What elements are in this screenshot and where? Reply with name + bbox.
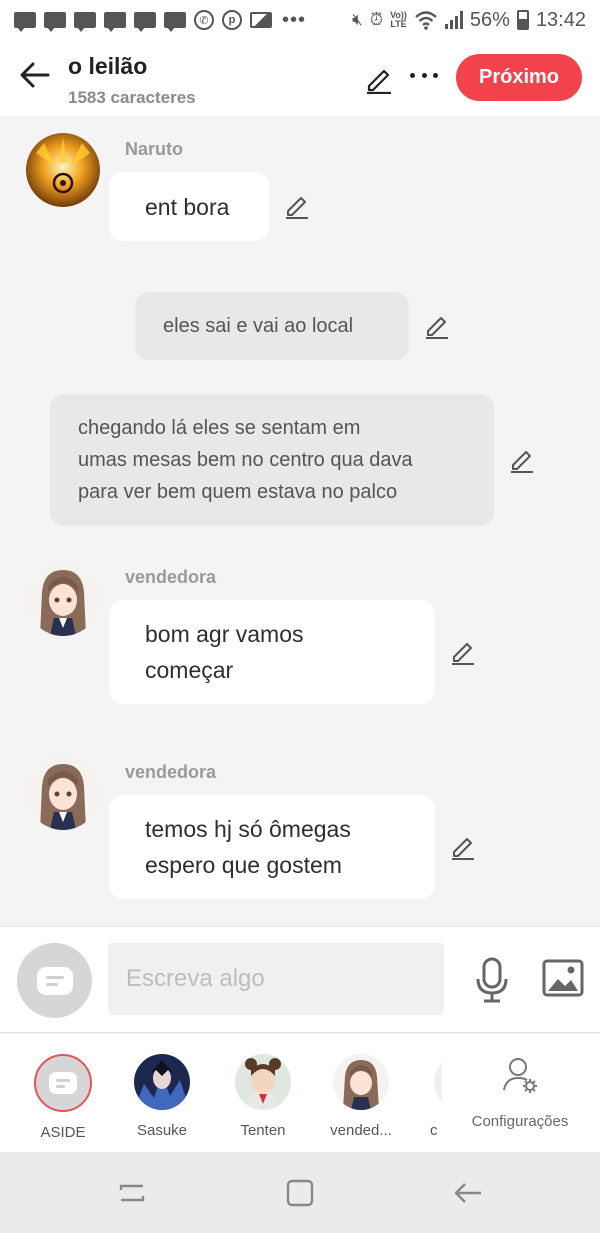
narration-text: eles sai e vai ao local: [163, 315, 354, 337]
message-text: ent bora: [145, 193, 230, 220]
home-icon[interactable]: [283, 1176, 317, 1210]
recent-apps-icon[interactable]: [115, 1176, 149, 1210]
notification-icons: ✆ p •••: [14, 9, 306, 32]
narration-line: para ver bem quem estava no palco: [78, 481, 398, 503]
mute-icon: 🔇︎: [352, 10, 363, 29]
message-bubble[interactable]: bom agr vamos começar: [109, 600, 435, 704]
narration-line: chegando lá eles se sentam em: [78, 417, 361, 439]
narration-bubble[interactable]: chegando lá eles se sentam em umas mesas…: [50, 394, 494, 526]
character-name: Sasuke: [136, 1122, 188, 1139]
message-bubble[interactable]: ent bora: [109, 172, 269, 241]
narration-bubble[interactable]: eles sai e vai ao local: [135, 292, 409, 360]
sender-name: vendedora: [125, 567, 217, 587]
message-line: bom agr vamos: [145, 621, 304, 647]
avatar-vendedora[interactable]: [26, 562, 100, 636]
more-options-icon[interactable]: [410, 60, 438, 90]
tenten-avatar-image: [235, 1054, 291, 1110]
vendedora-avatar-image: [26, 562, 100, 636]
message-input[interactable]: Escreva algo: [108, 943, 444, 1015]
wifi-icon: [415, 11, 437, 30]
image-icon[interactable]: [542, 959, 584, 997]
story-header: o leilão 1583 caracteres Próximo: [0, 40, 600, 116]
character-count: 1583 caracteres: [68, 88, 196, 107]
status-bar: ✆ p ••• 🔇︎ ⏰︎ Vo)) LTE 56% 13:42: [0, 0, 600, 40]
gallery-notification-icon: [250, 12, 272, 28]
naruto-avatar-image: [26, 133, 100, 207]
battery-percent: 56%: [469, 8, 510, 31]
character-selector: ASIDE Sasuke Tenten vended... c Configur…: [0, 1034, 600, 1152]
aside-icon: [49, 1072, 77, 1094]
aside-icon: [36, 966, 73, 995]
chat-notification-icon: [104, 12, 126, 32]
character-name: ASIDE: [40, 1124, 86, 1141]
character-sasuke[interactable]: Sasuke: [122, 1054, 202, 1139]
signal-icon: [444, 11, 463, 29]
character-partial[interactable]: c: [420, 1054, 442, 1139]
microphone-icon[interactable]: [474, 957, 510, 1003]
character-name: vended...: [330, 1122, 392, 1139]
message-line: começar: [145, 657, 234, 683]
vendedora-avatar: [333, 1054, 389, 1110]
volte-indicator: Vo)) LTE: [390, 11, 407, 29]
settings-label: Configurações: [471, 1113, 569, 1130]
more-notifications-icon: •••: [282, 8, 307, 31]
avatar-naruto[interactable]: [26, 133, 100, 207]
system-navigation-bar: [0, 1152, 600, 1233]
whatsapp-icon: ✆: [194, 10, 214, 30]
edit-message-icon[interactable]: [450, 834, 476, 860]
user-settings-icon: [503, 1058, 537, 1093]
vendedora-avatar-image: [26, 756, 100, 830]
character-name: Tenten: [240, 1122, 286, 1139]
partial-avatar: [434, 1054, 442, 1110]
edit-message-icon[interactable]: [450, 639, 476, 665]
character-tenten[interactable]: Tenten: [223, 1054, 303, 1139]
alarm-icon: ⏰︎: [369, 10, 384, 29]
edit-message-icon[interactable]: [284, 193, 310, 219]
sender-name: Naruto: [125, 139, 183, 159]
aside-toggle-button[interactable]: [17, 943, 92, 1018]
edit-message-icon[interactable]: [509, 447, 535, 473]
next-button[interactable]: Próximo: [456, 54, 582, 101]
chat-notification-icon: [44, 12, 66, 32]
settings-button[interactable]: Configurações: [460, 1056, 580, 1130]
network-type: LTE: [390, 19, 407, 29]
avatar-vendedora[interactable]: [26, 756, 100, 830]
sasuke-avatar-image: [134, 1054, 190, 1110]
clock: 13:42: [535, 8, 586, 31]
message-line: temos hj só ômegas: [145, 816, 351, 842]
chat-notification-icon: [134, 12, 156, 32]
tenten-avatar: [235, 1054, 291, 1110]
story-title: o leilão: [68, 53, 148, 79]
chat-notification-icon: [164, 12, 186, 32]
message-bubble[interactable]: temos hj só ômegas espero que gostem: [109, 795, 435, 899]
character-vendedora[interactable]: vended...: [321, 1054, 401, 1139]
vendedora-avatar-image: [333, 1054, 389, 1110]
pinterest-icon: p: [222, 10, 242, 30]
back-arrow-icon[interactable]: [18, 58, 52, 92]
edit-title-icon[interactable]: [364, 64, 394, 94]
aside-avatar: [34, 1054, 92, 1112]
character-aside[interactable]: ASIDE: [23, 1054, 103, 1141]
narration-line: umas mesas bem no centro qua dava: [78, 449, 413, 471]
battery-icon: [516, 10, 529, 30]
chat-notification-icon: [74, 12, 96, 32]
edit-message-icon[interactable]: [424, 313, 450, 339]
back-nav-icon[interactable]: [451, 1176, 485, 1210]
character-name: c: [430, 1122, 438, 1139]
message-line: espero que gostem: [145, 852, 342, 878]
sender-name: vendedora: [125, 762, 217, 782]
system-status: 🔇︎ ⏰︎ Vo)) LTE 56% 13:42: [352, 9, 586, 32]
chat-notification-icon: [14, 12, 36, 32]
sasuke-avatar: [134, 1054, 190, 1110]
compose-bar: Escreva algo: [0, 926, 600, 1033]
